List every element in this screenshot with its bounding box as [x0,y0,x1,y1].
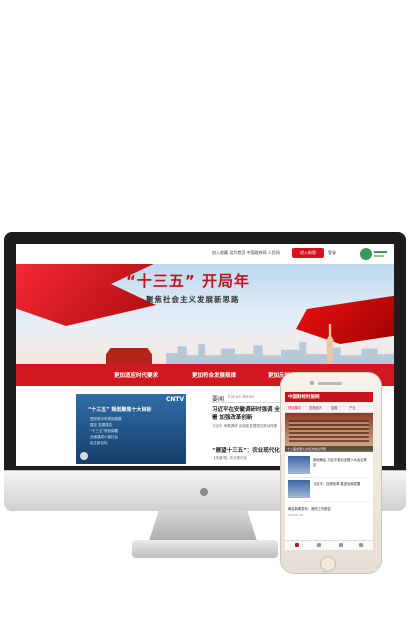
phone-screen: 中国财经时报网 财经要闻 宏观经济 金融 产业 十二届全国人大四次会议开幕 各地… [285,392,373,550]
phone-tab-2[interactable]: 宏观经济 [309,405,322,410]
top-links[interactable]: 加入收藏 设为首页 中国政府网 人民网 [212,250,280,256]
phone-list-title[interactable]: 两会新闻发布：政府工作报告 [288,506,370,511]
tiananmen-gate [106,348,152,364]
video-icon[interactable] [339,543,343,547]
video-heading: “十三五” 规划聚焦十大目标 [88,407,152,413]
site-topbar [16,244,394,264]
top-button[interactable]: 进入新版 [292,248,324,258]
site-logo-icon [360,248,387,260]
hero-caption-text: 十二届全国人大四次会议开幕 [287,447,327,451]
news-thumbnail[interactable] [288,456,310,474]
banner-title: “十三五” 开局年 [126,272,250,290]
video-text: 国务院今年规划纲要 建议 发展理念 “十三五”规划纲要 全面建成小康社会 民生新… [90,417,122,445]
news-summary-2: 【关键词】农业现代化 [212,456,247,460]
news-section-subtitle: Focus News [228,395,255,400]
phone-tab-3[interactable]: 金融 [331,405,337,410]
home-button [320,556,336,572]
conference-image [289,420,369,442]
phone-tabs: 财经要闻 宏观经济 金融 产业 [285,402,373,413]
monitor-stand [148,510,258,544]
video-logo: CNTV [166,396,185,403]
monitor-base [132,540,278,558]
phone-speaker [318,382,342,385]
news-headline-2[interactable]: “展望十三五”：农业现代化 [212,446,280,454]
nav-item-1[interactable]: 更加适应时代要求 [114,371,158,379]
phone-tab-1[interactable]: 财经要闻 [288,405,301,410]
divider [288,477,370,478]
red-ribbon-decoration [296,294,394,344]
user-icon[interactable] [359,543,363,547]
brand-logo-icon [200,488,208,496]
phone-news-item-1[interactable]: 各地两会 习近平参加全国人大会议审议 [313,458,369,468]
play-icon[interactable] [80,452,88,460]
phone-hero-caption: 十二届全国人大四次会议开幕 [285,446,373,452]
banner-subtitle: 聚焦社会主义发展新思路 [146,295,240,304]
home-icon[interactable] [295,543,299,547]
city-skyline [166,342,394,364]
login-link[interactable]: 登录 [328,250,336,256]
phone-list-date: 2016-03-05 [288,514,304,517]
phone-site-title: 中国财经时报网 [288,395,320,400]
phone-tab-4[interactable]: 产业 [349,405,355,410]
news-icon[interactable] [317,543,321,547]
phone-footer-nav [285,540,373,550]
divider [288,501,370,502]
camera-icon [310,381,314,385]
news-thumbnail[interactable] [288,480,310,498]
nav-item-2[interactable]: 更加符合发展规律 [192,371,236,379]
phone-news-item-2[interactable]: 习近平：加快改革 推进全面发展 [313,482,369,487]
